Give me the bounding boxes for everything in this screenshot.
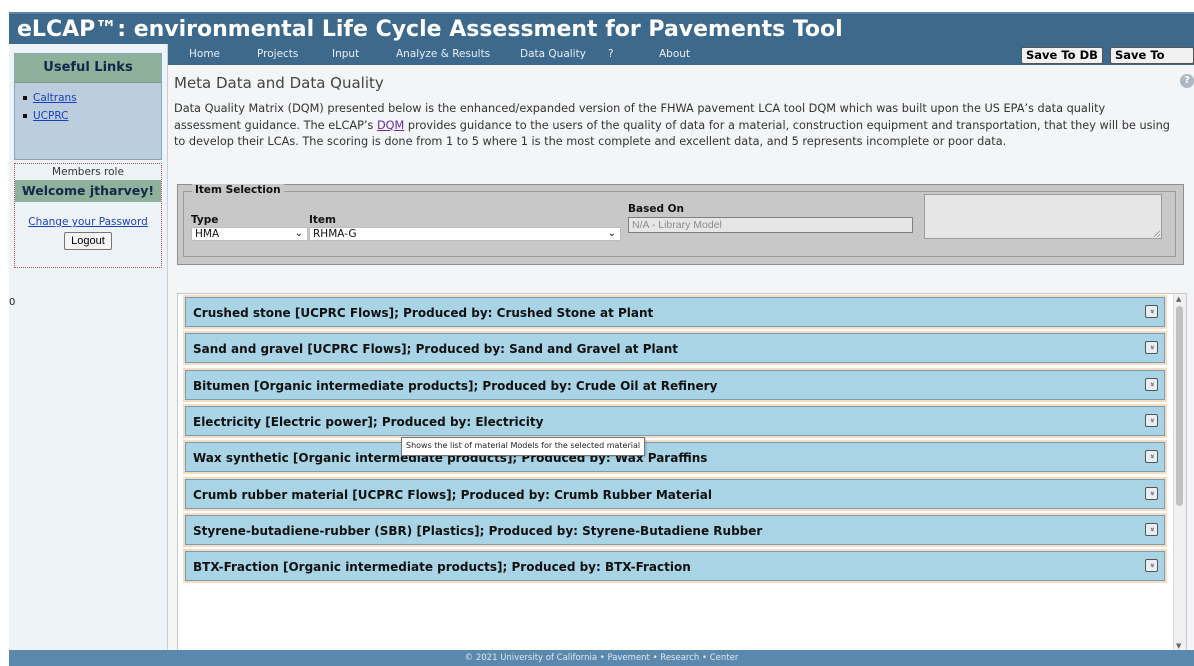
main-nav: Home Projects Input Analyze & Results Da… bbox=[168, 44, 1018, 65]
link-item: Caltrans bbox=[23, 89, 161, 107]
save-to-file-button[interactable]: Save To File bbox=[1110, 47, 1194, 77]
based-on-input[interactable]: N/A - Library Model bbox=[628, 217, 913, 233]
item-select[interactable]: RHMA-G ⌄ bbox=[309, 227, 621, 241]
stray-counter-text: 0 bbox=[9, 297, 16, 308]
material-label: Crushed stone [UCPRC Flows]; Produced by… bbox=[193, 306, 654, 320]
nav-help[interactable]: ? bbox=[608, 44, 614, 65]
page-title: Meta Data and Data Quality bbox=[174, 74, 384, 92]
expand-chevron-icon[interactable]: » bbox=[1145, 450, 1158, 464]
material-header[interactable]: BTX-Fraction [Organic intermediate produ… bbox=[185, 551, 1165, 582]
footer: © 2021 University of California • Paveme… bbox=[9, 650, 1194, 666]
based-on-label: Based On bbox=[628, 203, 685, 215]
ucprc-link[interactable]: UCPRC bbox=[33, 110, 68, 122]
nav-projects[interactable]: Projects bbox=[257, 44, 298, 65]
material-header[interactable]: Bitumen [Organic intermediate products];… bbox=[185, 369, 1165, 400]
materials-list-panel: Crushed stone [UCPRC Flows]; Produced by… bbox=[177, 293, 1187, 652]
scroll-down-icon[interactable]: ▼ bbox=[1176, 642, 1181, 650]
material-accordion-item[interactable]: Crushed stone [UCPRC Flows]; Produced by… bbox=[183, 295, 1167, 329]
caltrans-link[interactable]: Caltrans bbox=[33, 92, 77, 104]
nav-about[interactable]: About bbox=[659, 44, 690, 65]
chevron-down-icon: ⌄ bbox=[607, 228, 616, 239]
bullet-icon bbox=[23, 114, 27, 118]
save-bar: Save To DB Save To File bbox=[1018, 44, 1194, 77]
item-select-value: RHMA-G bbox=[313, 228, 357, 240]
type-label: Type bbox=[191, 214, 219, 226]
material-header[interactable]: Crumb rubber material [UCPRC Flows]; Pro… bbox=[185, 478, 1165, 509]
link-item: UCPRC bbox=[23, 107, 161, 125]
expand-chevron-icon[interactable]: » bbox=[1145, 341, 1158, 355]
members-panel: Members role Welcome jtharvey! Change yo… bbox=[14, 163, 162, 268]
nav-input[interactable]: Input bbox=[332, 44, 359, 65]
material-accordion-item[interactable]: Styrene-butadiene-rubber (SBR) [Plastics… bbox=[183, 512, 1167, 547]
app-frame: eLCAP™: environmental Life Cycle Assessm… bbox=[9, 12, 1194, 666]
app-title: eLCAP™: environmental Life Cycle Assessm… bbox=[9, 12, 1194, 44]
material-accordion-item[interactable]: Crumb rubber material [UCPRC Flows]; Pro… bbox=[183, 476, 1167, 511]
type-select[interactable]: HMA ⌄ bbox=[191, 227, 308, 241]
type-select-value: HMA bbox=[195, 228, 220, 240]
material-header[interactable]: Electricity [Electric power]; Produced b… bbox=[185, 405, 1165, 436]
expand-chevron-icon[interactable]: » bbox=[1145, 413, 1158, 427]
logout-button[interactable]: Logout bbox=[64, 232, 112, 250]
bullet-icon bbox=[23, 96, 27, 100]
material-label: Styrene-butadiene-rubber (SBR) [Plastics… bbox=[193, 523, 763, 538]
material-label: Electricity [Electric power]; Produced b… bbox=[193, 414, 544, 429]
material-label: BTX-Fraction [Organic intermediate produ… bbox=[193, 560, 691, 575]
material-header[interactable]: Sand and gravel [UCPRC Flows]; Produced … bbox=[185, 333, 1165, 364]
save-to-db-button[interactable]: Save To DB bbox=[1021, 47, 1103, 64]
material-label: Bitumen [Organic intermediate products];… bbox=[193, 378, 718, 393]
resize-grip-icon[interactable] bbox=[1153, 230, 1160, 237]
material-accordion-item[interactable]: Bitumen [Organic intermediate products];… bbox=[183, 367, 1167, 402]
vertical-scrollbar[interactable]: ▲ ▼ bbox=[1173, 294, 1186, 651]
chevron-down-icon: ⌄ bbox=[294, 228, 303, 239]
expand-chevron-icon[interactable]: » bbox=[1145, 486, 1158, 500]
nav-analyze-results[interactable]: Analyze & Results bbox=[396, 44, 490, 65]
material-accordion-item[interactable]: Wax synthetic [Organic intermediate prod… bbox=[183, 440, 1167, 475]
item-selection-fieldset: Item Selection Type HMA ⌄ Item RHMA-G ⌄ … bbox=[183, 184, 1176, 257]
material-label: Crumb rubber material [UCPRC Flows]; Pro… bbox=[193, 487, 712, 502]
left-sidebar: Useful Links Caltrans UCPRC Members role… bbox=[9, 44, 168, 650]
notes-textarea[interactable] bbox=[924, 194, 1162, 239]
help-icon[interactable]: ? bbox=[1180, 74, 1194, 88]
dqm-link[interactable]: DQM bbox=[377, 119, 404, 132]
material-accordion-item[interactable]: BTX-Fraction [Organic intermediate produ… bbox=[183, 549, 1167, 584]
nav-home[interactable]: Home bbox=[189, 44, 220, 65]
expand-chevron-icon[interactable]: » bbox=[1145, 559, 1158, 573]
useful-links-panel: Useful Links Caltrans UCPRC bbox=[14, 53, 162, 160]
scrollbar-thumb[interactable] bbox=[1176, 306, 1183, 506]
useful-links-heading: Useful Links bbox=[15, 54, 161, 83]
main-content: Meta Data and Data Quality ? Data Qualit… bbox=[168, 65, 1194, 652]
material-header[interactable]: Styrene-butadiene-rubber (SBR) [Plastics… bbox=[185, 514, 1165, 545]
material-tooltip: Shows the list of material Models for th… bbox=[401, 437, 646, 456]
members-role-label: Members role bbox=[52, 166, 124, 178]
scroll-up-icon[interactable]: ▲ bbox=[1176, 295, 1181, 303]
page-description: Data Quality Matrix (DQM) presented belo… bbox=[174, 101, 1174, 151]
expand-chevron-icon[interactable]: » bbox=[1145, 377, 1158, 391]
material-accordion-item[interactable]: Electricity [Electric power]; Produced b… bbox=[183, 403, 1167, 438]
welcome-message: Welcome jtharvey! bbox=[15, 180, 161, 202]
change-password-link[interactable]: Change your Password bbox=[28, 216, 148, 228]
material-header[interactable]: Crushed stone [UCPRC Flows]; Produced by… bbox=[185, 297, 1165, 327]
item-selection-legend: Item Selection bbox=[192, 184, 284, 196]
material-accordion-item[interactable]: Sand and gravel [UCPRC Flows]; Produced … bbox=[183, 331, 1167, 366]
materials-accordion: Crushed stone [UCPRC Flows]; Produced by… bbox=[178, 294, 1172, 651]
material-label: Sand and gravel [UCPRC Flows]; Produced … bbox=[193, 342, 678, 357]
item-label: Item bbox=[309, 214, 336, 226]
item-selection-panel: Item Selection Type HMA ⌄ Item RHMA-G ⌄ … bbox=[177, 184, 1184, 265]
expand-chevron-icon[interactable]: » bbox=[1145, 305, 1158, 318]
nav-data-quality[interactable]: Data Quality bbox=[520, 44, 586, 65]
material-header[interactable]: Wax synthetic [Organic intermediate prod… bbox=[185, 442, 1165, 473]
expand-chevron-icon[interactable]: » bbox=[1145, 522, 1158, 536]
